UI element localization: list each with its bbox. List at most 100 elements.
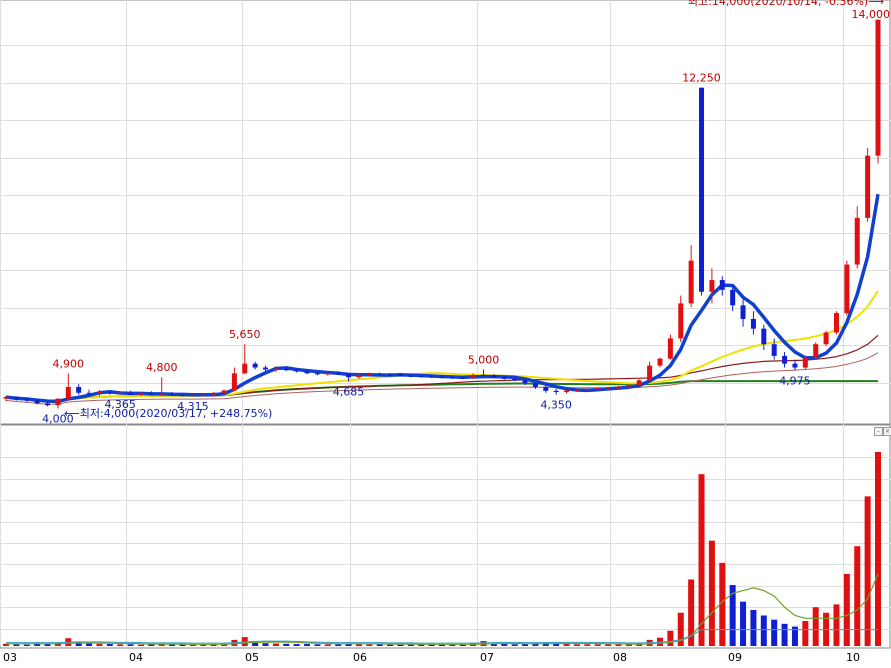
- candle-body: [802, 357, 808, 368]
- volume-ma-line: [6, 573, 879, 645]
- candle-body: [449, 377, 455, 379]
- moving-averages: [5, 193, 880, 405]
- price-point-label: 4,975: [779, 374, 811, 387]
- candle-body: [833, 313, 839, 333]
- candle-body: [294, 370, 300, 372]
- volume-bar: [667, 630, 674, 646]
- candle-body: [730, 289, 736, 306]
- volume-bar: [812, 607, 819, 646]
- volume-bar: [584, 644, 591, 646]
- candle-body: [138, 393, 144, 395]
- candle-body: [179, 395, 185, 397]
- candle-body: [813, 344, 819, 358]
- volume-bar: [875, 452, 881, 646]
- candle-body: [387, 374, 393, 376]
- candle-body: [761, 328, 767, 345]
- candle-body: [709, 280, 715, 292]
- candle-body: [366, 374, 372, 376]
- candle-body: [501, 377, 507, 379]
- candle-body: [55, 398, 61, 406]
- price-point-label: 4,685: [333, 386, 365, 399]
- candle-body: [439, 376, 445, 378]
- price-pane-border: [0, 0, 891, 425]
- candle-body: [159, 393, 165, 395]
- volume-bar: [843, 573, 850, 646]
- candle-body: [325, 373, 331, 375]
- candle-body: [356, 374, 362, 378]
- chart-canvas: 4,9004,0004,3654,8004,3155,6504,6855,000…: [0, 0, 891, 664]
- volume-bar: [106, 644, 113, 646]
- x-tick-label: 10: [846, 651, 860, 664]
- candle-body: [96, 392, 102, 394]
- volume-bar: [750, 609, 757, 646]
- candle-body: [844, 264, 850, 314]
- candle-body: [304, 371, 310, 374]
- volume-bar: [708, 540, 715, 646]
- minimize-pane-button[interactable]: –: [874, 427, 883, 436]
- candle-body: [470, 374, 476, 379]
- volume-bar: [86, 643, 93, 646]
- candle-body: [553, 390, 559, 393]
- candle-body: [543, 386, 549, 391]
- x-tick-label: 05: [245, 651, 259, 664]
- candle-body: [377, 374, 383, 376]
- volume-bar: [272, 643, 279, 646]
- close-pane-button[interactable]: ×: [883, 427, 891, 436]
- volume-bar: [304, 644, 311, 646]
- candle-body: [190, 395, 196, 397]
- volume-bar: [781, 623, 788, 646]
- volume-bar: [262, 643, 269, 646]
- volume-bar: [117, 644, 124, 646]
- price-point-label: 4,900: [53, 357, 85, 370]
- candle-body: [429, 376, 435, 378]
- candle-body: [615, 386, 621, 388]
- candle-body: [169, 393, 175, 396]
- volume-bar: [501, 644, 508, 646]
- candle-body: [252, 363, 258, 368]
- candle-body: [24, 399, 30, 401]
- candle-body: [865, 155, 871, 218]
- candle-body: [657, 358, 663, 366]
- volume-bar: [397, 644, 404, 646]
- candle-body: [688, 260, 694, 304]
- volume-bar: [335, 644, 342, 646]
- candle-body: [854, 217, 860, 265]
- candle-body: [221, 390, 227, 393]
- volume-bar: [13, 644, 20, 646]
- volume-bar: [615, 644, 622, 646]
- x-tick-label: 09: [728, 651, 742, 664]
- candle-body: [532, 383, 538, 387]
- candle-body: [719, 280, 725, 290]
- ma5-line: [5, 193, 880, 404]
- candle-body: [13, 397, 19, 400]
- candle-body: [418, 376, 424, 378]
- candle-body: [107, 392, 113, 394]
- candle-body: [875, 19, 881, 156]
- volume-bar: [293, 644, 300, 646]
- candle-body: [823, 332, 829, 345]
- candle-body: [512, 378, 518, 381]
- volume-bar: [698, 474, 705, 646]
- volume-bar: [833, 604, 840, 646]
- ma120-line: [5, 380, 878, 403]
- volume-bar: [594, 644, 601, 646]
- candle-body: [45, 403, 51, 406]
- candle-body: [231, 373, 237, 391]
- candle-body: [605, 387, 611, 389]
- volume-bar: [563, 644, 570, 646]
- candle-body: [314, 373, 320, 375]
- candle-body: [200, 394, 206, 396]
- candle-body: [626, 385, 632, 387]
- candle-body: [273, 368, 279, 370]
- x-axis: 03 04 05 06 07 08 09 10: [3, 651, 860, 664]
- candle-body: [65, 386, 71, 399]
- candle-body: [792, 363, 798, 368]
- volume-ma-long-line: [6, 629, 878, 644]
- volume-bar: [760, 615, 767, 646]
- candle-body: [34, 400, 40, 404]
- candle-body: [86, 392, 92, 394]
- volume-bar: [127, 644, 134, 646]
- candle-body: [522, 380, 528, 384]
- candle-body: [211, 392, 217, 395]
- candle-body: [699, 87, 705, 292]
